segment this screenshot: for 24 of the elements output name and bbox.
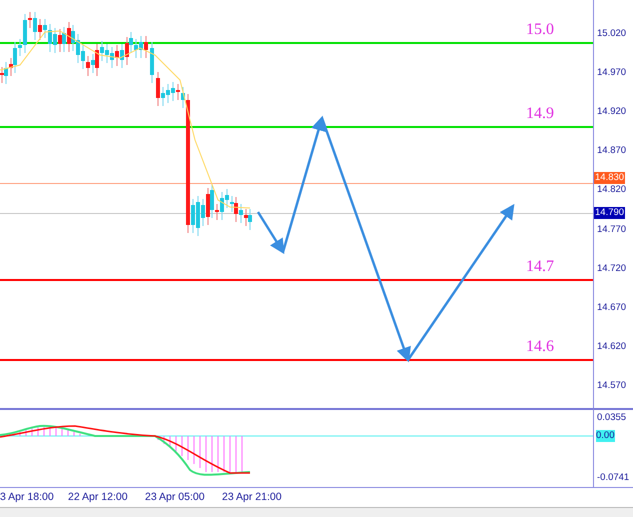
price-marker: 14.790 [594,207,626,219]
indicator-label: 0.0355 [597,412,626,424]
level-label: 14.6 [526,338,554,356]
price-label: 14.670 [597,302,626,314]
time-label: 23 Apr 05:00 [145,491,205,503]
price-label: 14.920 [597,106,626,118]
time-label: 3 Apr 18:00 [0,491,54,503]
price-label: 14.620 [597,340,626,353]
price-label: 14.720 [597,262,626,275]
price-label: 14.820 [597,184,626,196]
price-label: 14.870 [597,145,626,158]
level-label: 15.0 [526,21,554,39]
level-label: 14.7 [526,258,554,276]
price-label: 14.570 [597,380,626,392]
indicator-label: 0.00 [596,430,614,442]
time-label: 23 Apr 21:00 [222,491,282,503]
level-label: 14.9 [526,105,554,123]
price-marker: 14.830 [594,172,626,184]
time-label: 22 Apr 12:00 [68,491,128,503]
price-label: 15.020 [597,28,626,40]
candlestick [150,42,154,84]
price-label: 14.970 [597,67,626,80]
price-label: 14.770 [597,224,626,236]
indicator-label: -0.0741 [597,472,630,484]
